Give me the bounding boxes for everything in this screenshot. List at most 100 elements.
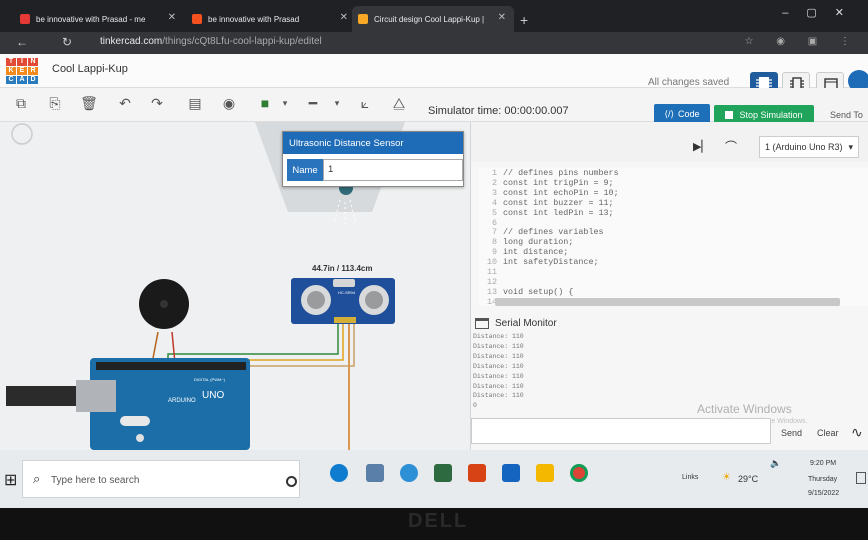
activate-windows-watermark: Activate Windows (697, 402, 792, 416)
new-tab-icon[interactable]: + (520, 12, 528, 28)
code-line[interactable]: // defines variables (503, 227, 604, 237)
taskbar-search-box[interactable]: ⌕ Type here to search (22, 460, 300, 498)
serial-line: Distance: 110 (473, 342, 524, 350)
code-line[interactable]: long duration; (503, 237, 573, 247)
code-button[interactable]: ⟨/⟩ Code (654, 104, 710, 124)
photos-icon[interactable] (502, 464, 520, 482)
code-line[interactable]: const int trigPin = 9; (503, 178, 614, 188)
cortana-icon[interactable] (286, 476, 297, 487)
arduino-model-label: UNO (202, 390, 224, 401)
serial-send-button[interactable]: Send (781, 428, 802, 438)
links-toolbar[interactable]: Links (682, 474, 698, 481)
code-line-number: 3 (491, 187, 497, 198)
store-icon[interactable] (434, 464, 452, 482)
search-placeholder: Type here to search (51, 475, 140, 486)
browser-app-icon[interactable] (400, 464, 418, 482)
serial-line: Distance: 110 (473, 382, 524, 390)
note-icon[interactable]: ▤ (186, 94, 204, 112)
clock-date[interactable]: 9/15/2022 (808, 490, 839, 497)
serial-monitor-icon (475, 318, 489, 329)
paste-icon[interactable]: ⎘ (46, 94, 64, 112)
code-horizontal-scrollbar[interactable] (495, 298, 840, 306)
window-controls[interactable]: –▢✕ (782, 6, 862, 19)
eye-icon[interactable]: ◉ (220, 94, 238, 112)
code-editor[interactable]: 1 // defines pins numbers 2 const int trigP… (479, 168, 868, 307)
logo-letter: E (17, 67, 27, 75)
close-tab-icon[interactable]: ✕ (340, 12, 348, 23)
stop-simulation-label: Stop Simulation (739, 110, 803, 120)
search-icon: ⌕ (33, 471, 41, 486)
volume-icon[interactable]: 🔈 (770, 458, 781, 469)
arduino-uno-board[interactable]: DIGITAL (PWM~) ARDUINO UNO (6, 358, 250, 450)
color-swatch-icon[interactable]: ■ (256, 94, 274, 112)
send-to-button[interactable]: Send To (830, 110, 863, 120)
chevron-down-icon[interactable]: ▾ (276, 94, 294, 112)
copy-icon[interactable]: ⧉ (12, 94, 30, 112)
code-line-number: 1 (491, 168, 497, 178)
serial-input[interactable] (471, 418, 771, 444)
close-tab-icon[interactable]: ✕ (498, 12, 506, 23)
debug-icon[interactable]: ⌒ (725, 138, 737, 155)
chevron-down-icon[interactable]: ▾ (328, 94, 346, 112)
rotate-icon[interactable]: ⟀ (356, 94, 374, 112)
board-select[interactable]: 1 (Arduino Uno R3) ▾ (759, 136, 859, 158)
piezo-buzzer[interactable] (139, 279, 189, 329)
edge-icon[interactable] (330, 464, 348, 482)
code-line[interactable]: int distance; (503, 247, 568, 257)
redo-icon[interactable]: ↷ (148, 94, 166, 112)
step-play-icon[interactable]: ▶▏ (693, 140, 710, 153)
zoom-fit-icon[interactable] (11, 123, 33, 145)
clock-time[interactable]: 9:20 PM (810, 460, 836, 467)
code-line-number: 12 (486, 276, 497, 287)
code-line[interactable]: const int buzzer = 11; (503, 198, 614, 208)
logo-letter: D (28, 76, 38, 84)
file-icon[interactable] (366, 464, 384, 482)
project-title[interactable]: Cool Lappi-Kup (52, 63, 128, 75)
tab-title: be innovative with Prasad - me (36, 14, 146, 24)
ultrasonic-sensor[interactable]: HC-SR04 (291, 278, 395, 324)
browser-extension-icons[interactable]: ☆ ◉ ▣ ⋮ (745, 36, 860, 47)
sensor-properties-popup: Ultrasonic Distance Sensor Name 1 (282, 131, 464, 187)
code-line[interactable]: int safetyDistance; (503, 257, 599, 267)
flip-icon[interactable]: ⧋ (390, 94, 408, 112)
popup-title: Ultrasonic Distance Sensor (283, 132, 463, 154)
code-line[interactable]: const int echoPin = 10; (503, 188, 619, 198)
name-input[interactable]: 1 (323, 159, 463, 181)
serial-line: 0 (473, 402, 477, 410)
code-line-number: 8 (491, 237, 497, 248)
logo-letter: K (6, 67, 16, 75)
graph-icon[interactable]: ∿ (851, 424, 863, 441)
undo-icon[interactable]: ↶ (116, 94, 134, 112)
windows-taskbar: ⊞ ⌕ Type here to search Links ☀ 29°C 🔈 9… (0, 450, 868, 508)
serial-line: Distance: 110 (473, 392, 524, 400)
code-line[interactable]: // defines pins numbers (503, 168, 619, 178)
wire-type-icon[interactable]: ━ (304, 94, 322, 112)
windows-start-icon[interactable]: ⊞ (4, 470, 17, 490)
tinkercad-logo[interactable]: TIN KER CAD (6, 58, 38, 84)
clock-day[interactable]: Thursday (808, 476, 837, 483)
paint-icon[interactable] (468, 464, 486, 482)
tab-favicon-icon (192, 14, 202, 24)
browser-tab-1[interactable]: be innovative with Prasad - me ✕ (14, 6, 184, 32)
serial-monitor-title[interactable]: Serial Monitor (495, 318, 557, 329)
reload-icon[interactable]: ↻ (62, 35, 72, 49)
name-field-row: Name 1 (287, 159, 463, 181)
browser-tab-3-active[interactable]: Circuit design Cool Lappi-Kup | ✕ (352, 6, 514, 32)
notification-icon[interactable] (856, 472, 866, 484)
code-line-number: 11 (486, 267, 497, 277)
weather-temp[interactable]: 29°C (738, 474, 758, 484)
browser-tab-2[interactable]: be innovative with Prasad ✕ (186, 6, 356, 32)
back-arrow-icon[interactable]: ← (16, 35, 28, 49)
code-line[interactable]: void setup() { (503, 287, 573, 297)
serial-clear-button[interactable]: Clear (817, 428, 839, 438)
file-explorer-icon[interactable] (536, 464, 554, 482)
trash-icon[interactable]: 🗑 (80, 94, 98, 112)
tab-title: Circuit design Cool Lappi-Kup | (374, 14, 485, 24)
url-field[interactable]: tinkercad.com/things/cQt8Lfu-cool-lappi-… (100, 36, 322, 47)
close-tab-icon[interactable]: ✕ (168, 12, 176, 23)
name-label: Name (287, 159, 323, 181)
code-line[interactable]: const int ledPin = 13; (503, 208, 614, 218)
code-panel: ▶▏ ⌒ 1 (Arduino Uno R3) ▾ 1 // defines pi… (470, 122, 868, 450)
stop-icon (725, 111, 734, 119)
chrome-icon[interactable] (570, 464, 588, 482)
